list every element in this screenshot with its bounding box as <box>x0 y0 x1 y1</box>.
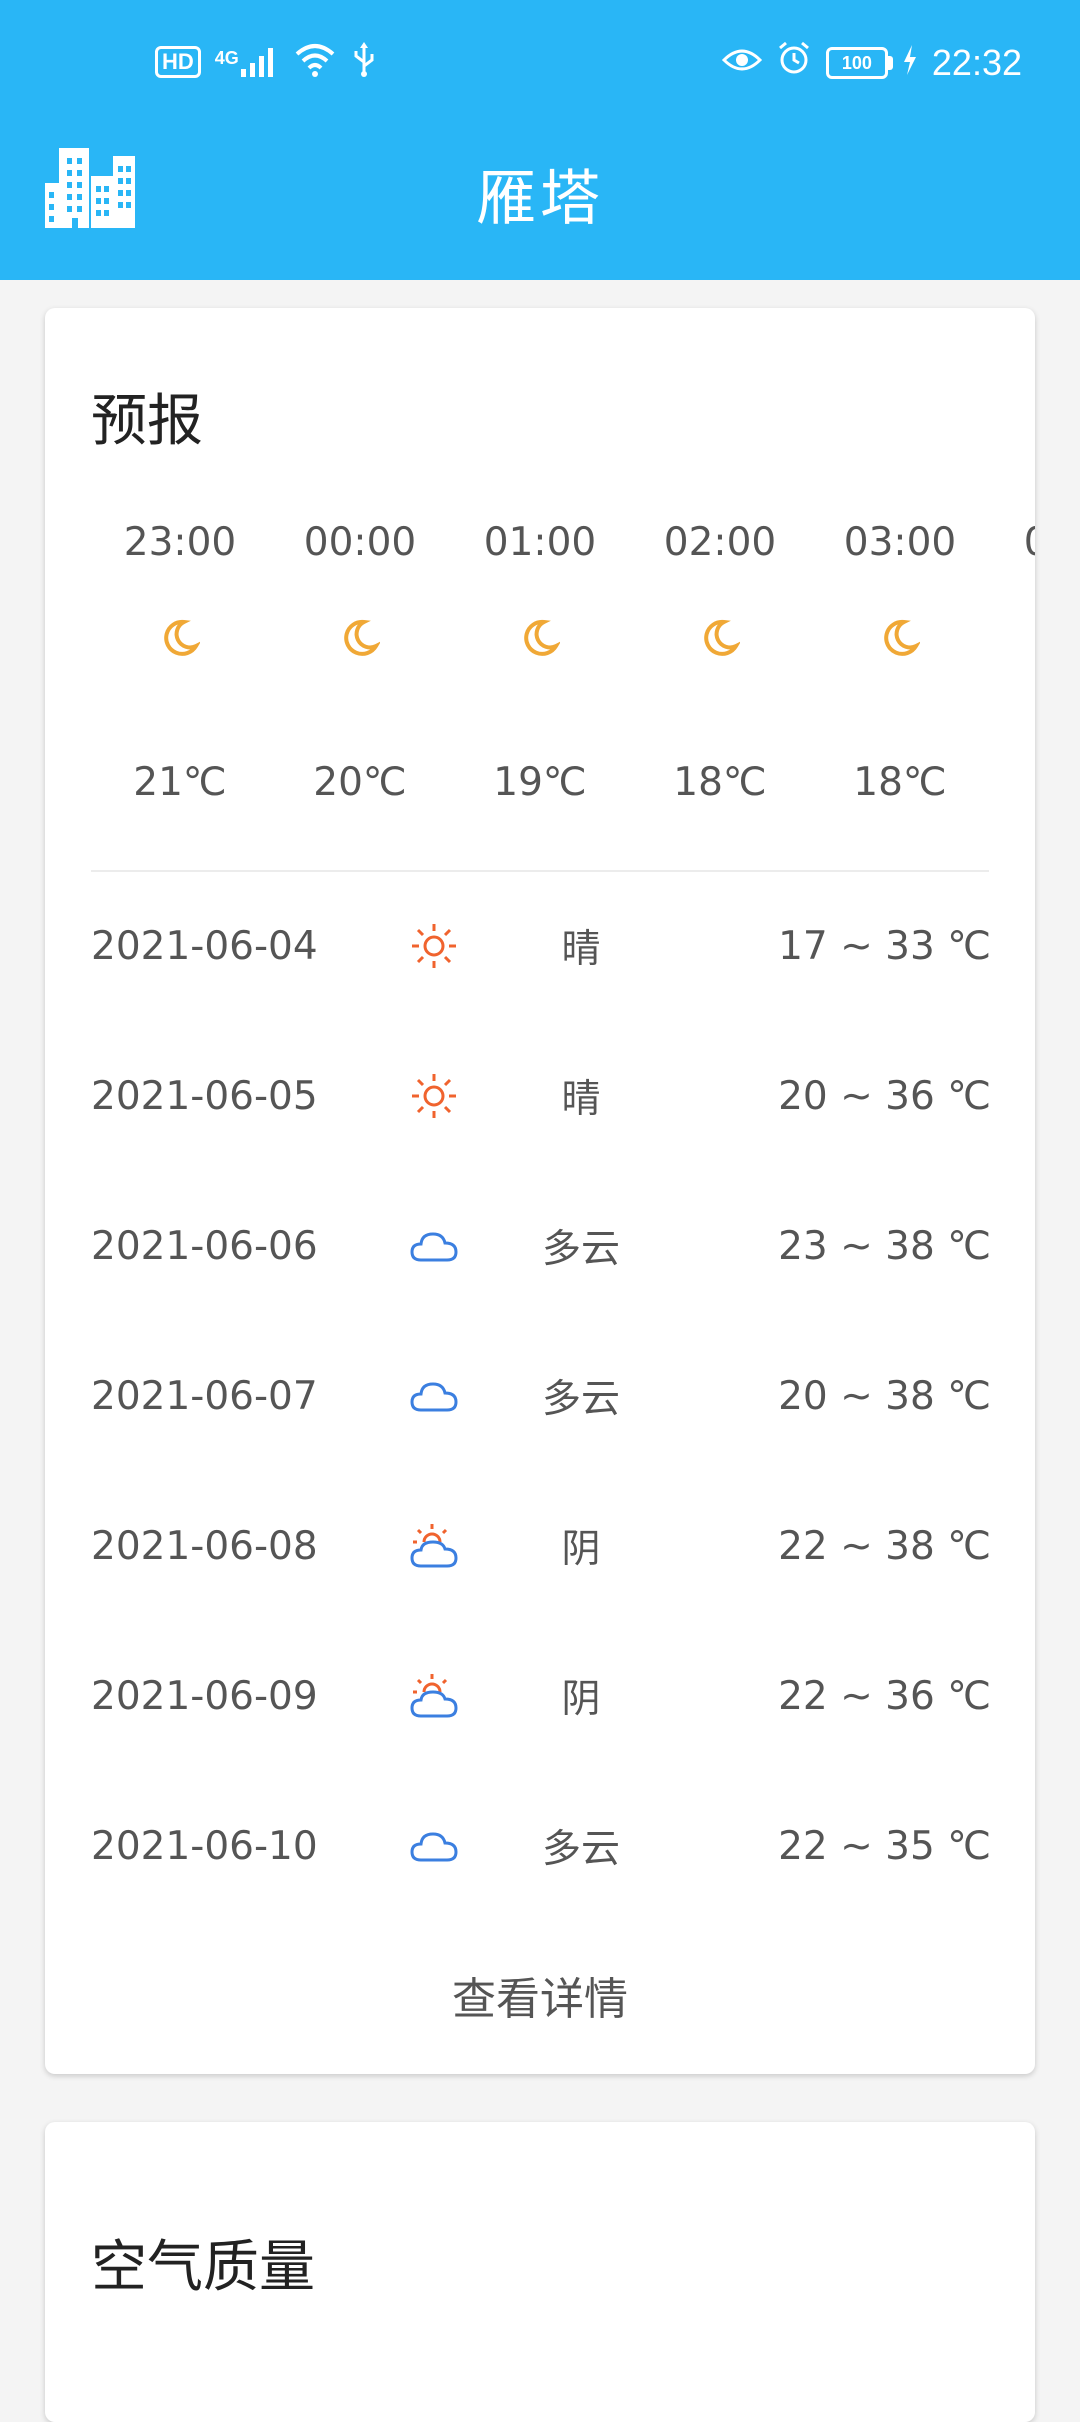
moon-icon <box>90 583 270 693</box>
status-bar: HD 4G 100 22:32 <box>0 0 1080 125</box>
hour-time: 00:00 <box>303 520 417 565</box>
day-condition: 多云 <box>541 1377 620 1422</box>
day-date: 2021-06-09 <box>91 1673 318 1719</box>
moon-icon <box>270 583 450 693</box>
sun-icon <box>391 1072 476 1120</box>
app-bar: HD 4G 100 22:32 雁塔 <box>0 0 1080 280</box>
day-condition: 多云 <box>541 1227 620 1272</box>
view-details-button[interactable]: 查看详情 <box>45 1963 1035 2027</box>
hour-time: 01:00 <box>483 520 597 565</box>
hour-temp: 18℃ <box>853 760 947 805</box>
moon-icon <box>810 583 990 693</box>
day-date: 2021-06-08 <box>91 1523 318 1569</box>
cloud-icon <box>391 1226 476 1266</box>
daily-row[interactable]: 2021-06-09 阴 22 ~ 36 ℃ <box>91 1621 991 1771</box>
hourly-item: 03:00 18℃ <box>810 503 990 843</box>
daily-row[interactable]: 2021-06-05 晴 20 ~ 36 ℃ <box>91 1021 991 1171</box>
daily-row[interactable]: 2021-06-04 晴 17 ~ 33 ℃ <box>91 871 991 1021</box>
forecast-card: 预报 23:00 21℃ 00:00 20℃ 01:00 19℃ 02:00 1… <box>45 308 1035 2074</box>
hour-time: 02:00 <box>663 520 777 565</box>
alarm-icon <box>776 40 812 85</box>
wifi-icon <box>293 42 337 82</box>
hourly-item: 00:00 20℃ <box>270 503 450 843</box>
forecast-title: 预报 <box>91 389 203 454</box>
day-date: 2021-06-06 <box>91 1223 318 1269</box>
hourly-item: 01:00 19℃ <box>450 503 630 843</box>
battery-icon: 100 <box>825 46 893 79</box>
clock-time: 22:32 <box>931 41 1022 83</box>
daily-row[interactable]: 2021-06-06 多云 23 ~ 38 ℃ <box>91 1171 991 1321</box>
day-temp-range: 22 ~ 35 ℃ <box>778 1823 991 1869</box>
day-condition: 晴 <box>561 927 601 972</box>
eye-icon <box>721 42 763 84</box>
network-type: 4G <box>214 48 239 68</box>
hour-time: 03:00 <box>843 520 957 565</box>
day-condition: 阴 <box>561 1677 601 1722</box>
charging-icon <box>902 42 918 84</box>
hourly-item: 04:00 17℃ <box>990 503 1035 843</box>
moon-icon <box>630 583 810 693</box>
daily-row[interactable]: 2021-06-10 多云 22 ~ 35 ℃ <box>91 1771 991 1921</box>
day-date: 2021-06-07 <box>91 1373 318 1419</box>
cellular-signal-icon: 4G <box>215 45 279 79</box>
day-temp-range: 17 ~ 33 ℃ <box>778 923 991 969</box>
day-condition: 阴 <box>561 1527 601 1572</box>
hour-time: 04:00 <box>990 503 1035 583</box>
hourly-item: 23:00 21℃ <box>90 503 270 843</box>
hour-temp: 17℃ <box>990 693 1035 843</box>
daily-row[interactable]: 2021-06-08 阴 22 ~ 38 ℃ <box>91 1471 991 1621</box>
day-temp-range: 20 ~ 36 ℃ <box>778 1073 991 1119</box>
hourly-item: 02:00 18℃ <box>630 503 810 843</box>
sun-cloud-icon <box>391 1672 476 1720</box>
moon-icon <box>990 583 1035 693</box>
hour-temp: 21℃ <box>133 760 227 805</box>
cloud-icon <box>391 1376 476 1416</box>
sun-cloud-icon <box>391 1522 476 1570</box>
status-left-icons: HD 4G <box>155 42 377 82</box>
day-condition: 晴 <box>561 1077 601 1122</box>
hd-badge: HD <box>155 46 201 78</box>
day-temp-range: 22 ~ 38 ℃ <box>778 1523 991 1569</box>
sun-icon <box>391 922 476 970</box>
page-title: 雁塔 <box>476 164 604 234</box>
moon-icon <box>450 583 630 693</box>
usb-icon <box>351 42 377 82</box>
cloud-icon <box>391 1826 476 1866</box>
air-quality-card: 空气质量 <box>45 2122 1035 2422</box>
day-temp-range: 23 ~ 38 ℃ <box>778 1223 991 1269</box>
hour-temp: 18℃ <box>673 760 767 805</box>
day-date: 2021-06-05 <box>91 1073 318 1119</box>
hour-temp: 20℃ <box>313 760 407 805</box>
air-quality-title: 空气质量 <box>91 2235 315 2300</box>
status-right-icons: 100 22:32 <box>721 40 1022 85</box>
day-date: 2021-06-04 <box>91 923 318 969</box>
daily-row[interactable]: 2021-06-07 多云 20 ~ 38 ℃ <box>91 1321 991 1471</box>
day-date: 2021-06-10 <box>91 1823 318 1869</box>
day-temp-range: 22 ~ 36 ℃ <box>778 1673 991 1719</box>
hour-temp: 19℃ <box>493 760 587 805</box>
hour-time: 23:00 <box>123 520 237 565</box>
day-temp-range: 20 ~ 38 ℃ <box>778 1373 991 1419</box>
day-condition: 多云 <box>541 1827 620 1872</box>
